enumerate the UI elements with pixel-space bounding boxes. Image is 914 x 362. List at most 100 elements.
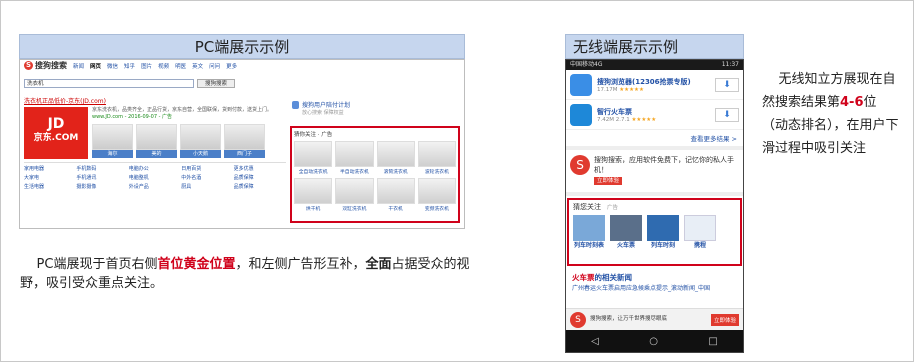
mobile-ad-item[interactable]: 列车时刻 — [647, 215, 679, 249]
right-ad-item[interactable]: 变频洗衣机 — [417, 178, 456, 212]
app-name: 搜狗浏览器(12306抢票专版) — [597, 77, 691, 86]
jd-logo-line2: 京东.COM — [33, 133, 79, 143]
pc-topbar: S 搜狗搜索 新闻 网页 微信 知乎 图片 视频 明医 英文 问问 更多 — [20, 60, 464, 71]
mobile-ad-item[interactable]: 携程 — [684, 215, 716, 249]
right-ad-grid: 全自动洗衣机 半自动洗衣机 滚筒洗衣机 波轮洗衣机 烘干机 双缸洗衣机 干衣机 … — [294, 141, 456, 212]
product-item[interactable]: 西门子 — [224, 124, 265, 158]
right-ad-item[interactable]: 全自动洗衣机 — [294, 141, 333, 175]
banner-text: 搜狗搜索，让万千世界搜尽眼底 — [590, 316, 668, 322]
table-cell[interactable]: 手机通讯 — [76, 174, 128, 181]
back-icon[interactable]: ◁ — [591, 336, 599, 347]
jd-logo-line1: JD — [47, 116, 65, 132]
right-ad-item[interactable]: 半自动洗衣机 — [335, 141, 374, 175]
nav-item[interactable]: 微信 — [107, 62, 118, 70]
table-cell[interactable]: 品质保障 — [234, 183, 286, 190]
ad-title-link[interactable]: 洗衣机正品低价-京东(JD.com) — [24, 96, 286, 105]
plan-subtitle: 放心搜索 保障权益 — [302, 110, 344, 116]
clock-label: 11:37 — [721, 61, 739, 68]
ad-tag: 广告 — [607, 205, 619, 211]
sogou-logo-icon: S — [24, 61, 33, 70]
right-ad-item[interactable]: 波轮洗衣机 — [417, 141, 456, 175]
app-result[interactable]: 智行火车票 7.42M 2.7.1 ★★★★★ ⬇ — [566, 100, 743, 130]
right-ad-item[interactable]: 干衣机 — [376, 178, 415, 212]
mobile-caption: 无线知立方展现在自然搜索结果第4-6位（动态排名），在用户下滑过程中吸引关注 — [762, 68, 902, 160]
sogou-logo: S 搜狗搜索 — [24, 60, 67, 71]
mobile-ad-item[interactable]: 列车时刻表 — [573, 215, 605, 249]
promo-text: 搜狗搜索，应用软件免费下，记忆你的私人手机！ — [594, 156, 734, 174]
product-item[interactable]: 小天鹅 — [180, 124, 221, 158]
ad-url: www.JD.com - 2016-09-07 - 广告 — [92, 114, 173, 120]
sogou-logo-icon: S — [570, 155, 590, 175]
home-icon[interactable]: ○ — [649, 336, 658, 347]
pc-left-ad: 洗衣机正品低价-京东(JD.com) JD 京东.COM 京东洗衣机，品类齐全，… — [24, 96, 286, 190]
mobile-ad-item[interactable]: 火车票 — [610, 215, 642, 249]
news-title[interactable]: 火车票的相关新闻 — [566, 268, 743, 283]
logo-text: 搜狗搜索 — [35, 61, 67, 70]
table-cell[interactable]: 家用电器 — [24, 165, 76, 172]
user-plan-notice[interactable]: 搜狗用户陪付计划 放心搜索 保障权益 — [290, 100, 460, 126]
table-cell[interactable]: 日用百货 — [181, 165, 233, 172]
table-cell[interactable]: 电脑办公 — [129, 165, 181, 172]
nav-item[interactable]: 问问 — [209, 62, 220, 70]
pc-caption-highlight: 首位黄金位置 — [157, 257, 236, 272]
download-icon[interactable]: ⬇ — [715, 107, 739, 122]
table-cell[interactable]: 摄影摄像 — [76, 183, 128, 190]
nav-item[interactable]: 明医 — [175, 62, 186, 70]
search-input[interactable]: 洗衣机 — [24, 79, 194, 88]
pc-screenshot: S 搜狗搜索 新闻 网页 微信 知乎 图片 视频 明医 英文 问问 更多 洗衣机… — [19, 59, 465, 229]
nav-item[interactable]: 知乎 — [124, 62, 135, 70]
table-cell[interactable]: 更多优惠 — [234, 165, 286, 172]
nav-item[interactable]: 视频 — [158, 62, 169, 70]
rating-stars: ★★★★★ — [619, 86, 644, 93]
table-cell[interactable]: 电脑整机 — [129, 174, 181, 181]
jd-logo[interactable]: JD 京东.COM — [24, 107, 88, 159]
nav-item-active[interactable]: 网页 — [90, 62, 101, 70]
carrier-label: 中国移动4G — [570, 61, 603, 68]
nav-item[interactable]: 英文 — [192, 62, 203, 70]
right-ad-item[interactable]: 滚筒洗衣机 — [376, 141, 415, 175]
right-ad-item[interactable]: 双缸洗衣机 — [335, 178, 374, 212]
nav-item[interactable]: 更多 — [226, 62, 237, 70]
app-meta: 7.42M 2.7.1 — [597, 116, 630, 123]
app-meta: 17.17M — [597, 86, 618, 93]
mobile-ad-grid: 列车时刻表 火车票 列车时刻 携程 — [573, 215, 736, 249]
right-ad-title: 猜你关注 · 广告 — [294, 132, 333, 138]
table-cell[interactable]: 生活电器 — [24, 183, 76, 190]
pc-caption-text: ，和左侧广告形互补， — [235, 257, 366, 272]
table-cell[interactable]: 大家电 — [24, 174, 76, 181]
ad-link-table: 家用电器 手机数码 电脑办公 日用百货 更多优惠 大家电 手机通讯 电脑整机 中… — [24, 162, 286, 190]
pc-caption-text: PC端展现于首页右侧 — [36, 257, 158, 272]
more-results-link[interactable]: 查看更多结果 > — [566, 130, 743, 150]
rating-stars: ★★★★★ — [631, 116, 657, 123]
table-cell[interactable]: 品质保障 — [234, 174, 286, 181]
train-app-icon — [570, 103, 592, 126]
table-cell[interactable]: 中外名酒 — [181, 174, 233, 181]
product-item[interactable]: 美的 — [136, 124, 177, 158]
table-cell[interactable]: 外设产品 — [129, 183, 181, 190]
product-item[interactable]: 海尔 — [92, 124, 133, 158]
banner-button[interactable]: 立即体验 — [710, 313, 739, 326]
sogou-promo[interactable]: S 搜狗搜索，应用软件免费下，记忆你的私人手机！ 立即体验 — [566, 150, 743, 196]
table-cell[interactable]: 手机数码 — [76, 165, 128, 172]
pc-section-header: PC端展示示例 — [19, 34, 465, 59]
download-icon[interactable]: ⬇ — [715, 77, 739, 92]
promo-button[interactable]: 立即体验 — [594, 177, 623, 185]
right-ad-item[interactable]: 烘干机 — [294, 178, 333, 212]
app-result[interactable]: 搜狗浏览器(12306抢票专版) 17.17M ★★★★★ ⬇ — [566, 70, 743, 100]
recents-icon[interactable]: □ — [708, 336, 717, 347]
android-navbar: ◁ ○ □ — [566, 330, 743, 352]
bottom-banner: S 搜狗搜索，让万千世界搜尽眼底 立即体验 — [566, 308, 743, 330]
pc-caption-bold: 全面 — [365, 257, 392, 272]
ad-description: 京东洗衣机，品类齐全，正品行货，京东自营，全国联保，货到付款，送货上门。 — [92, 107, 273, 113]
search-button[interactable]: 搜狗搜索 — [197, 79, 235, 88]
news-item[interactable]: 广州春运火车票启用应急候乘点提示_滚动新闻_中国 — [566, 283, 743, 295]
nav-item[interactable]: 新闻 — [73, 62, 84, 70]
nav-item[interactable]: 图片 — [141, 62, 152, 70]
mobile-ad-title: 猜您关注 — [573, 203, 601, 211]
table-cell[interactable]: 厨具 — [181, 183, 233, 190]
right-ad-box: 猜你关注 · 广告 全自动洗衣机 半自动洗衣机 滚筒洗衣机 波轮洗衣机 烘干机 … — [290, 126, 460, 223]
pc-search-bar: 洗衣机 搜狗搜索 — [24, 79, 464, 88]
plan-title: 搜狗用户陪付计划 — [302, 102, 351, 109]
browser-app-icon — [570, 73, 592, 96]
app-name: 智行火车票 — [597, 107, 632, 116]
